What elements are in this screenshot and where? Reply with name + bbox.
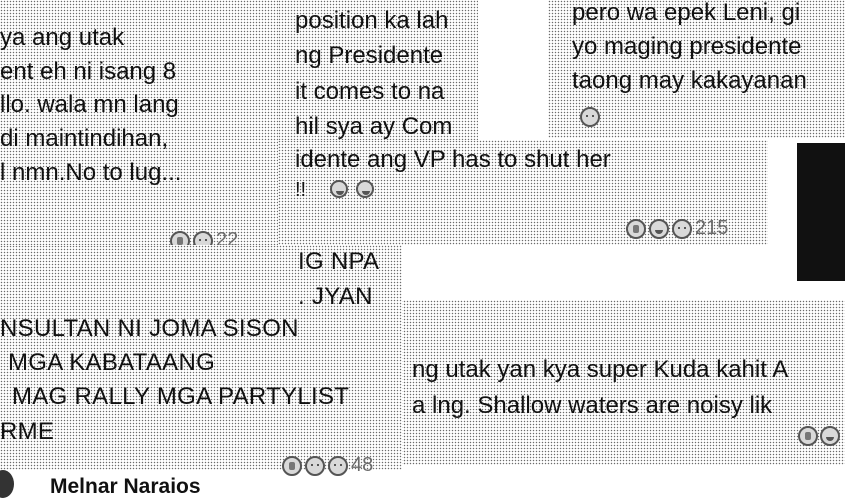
comment-text-line: ent eh ni isang 8 — [0, 58, 177, 85]
reaction-summary[interactable]: 48 — [282, 454, 373, 477]
comment-bubble-2-lower: idente ang VP has to shut her !! 215 — [278, 140, 768, 245]
comment-text-line: IG NPA — [298, 248, 380, 275]
comment-text-line: NSULTAN NI JOMA SISON — [0, 315, 299, 342]
comment-text-line: MGA KABATAANG — [8, 349, 216, 376]
comment-text-line: di maintindihan, — [0, 125, 169, 152]
reaction-summary[interactable]: 215 — [626, 217, 728, 240]
comment-text-line: idente ang VP has to shut her — [295, 146, 611, 173]
comment-text-line: it comes to na — [295, 78, 445, 105]
like-reaction-icon — [798, 426, 818, 446]
comment-bubble-4: IG NPA . JYAN NSULTAN NI JOMA SISON MGA … — [0, 245, 402, 476]
image-thumbnail[interactable] — [797, 143, 845, 281]
comment-text-line: taong may kakayanan — [572, 67, 807, 94]
comment-text-line: . JYAN — [298, 283, 373, 310]
comment-bubble-3: pero wa epek Leni, gi yo maging presiden… — [548, 0, 845, 138]
reaction-count: 48 — [351, 454, 374, 476]
comment-text-line: ng Presidente — [295, 42, 444, 69]
comment-text-line: RME — [0, 418, 55, 445]
reaction-count: 215 — [695, 217, 729, 239]
sad-reaction-icon — [672, 218, 692, 239]
comment-text-line: hil sya ay Com — [295, 113, 453, 140]
sad-reaction-icon — [305, 455, 325, 476]
comment-text-line: position ka lah — [295, 7, 449, 34]
like-reaction-icon — [282, 455, 302, 476]
comment-text-line: !! — [295, 179, 307, 201]
comment-bubble-2: position ka lah ng Presidente it comes t… — [278, 0, 478, 142]
comment-text-line: llo. wala mn lang — [0, 91, 179, 118]
avatar[interactable] — [0, 470, 14, 498]
comment-text-line: ya ang utak — [0, 24, 125, 51]
comment-text-line: pero wa epek Leni, gi — [572, 0, 801, 26]
comment-author-name[interactable]: Melnar Naraios — [50, 475, 201, 499]
crying-emoji-icon — [580, 107, 600, 127]
laughing-emoji-icon — [330, 180, 348, 198]
sad-reaction-icon — [328, 455, 348, 476]
comment-text-line: MAG RALLY MGA PARTYLIST — [12, 383, 350, 410]
comment-text-line: a lng. Shallow waters are noisy lik — [412, 392, 773, 419]
like-reaction-icon — [626, 218, 646, 239]
comment-text-line: yo maging presidente — [572, 33, 802, 60]
comment-bubble-5: ng utak yan kya super Kuda kahit A a lng… — [400, 300, 845, 465]
haha-reaction-icon — [649, 218, 669, 239]
comment-bubble-1: ya ang utak ent eh ni isang 8 llo. wala … — [0, 0, 278, 258]
haha-reaction-icon — [820, 426, 840, 446]
laughing-emoji-icon — [356, 180, 374, 198]
comment-text-line: ng utak yan kya super Kuda kahit A — [412, 356, 789, 383]
comment-text-line: l nmn.No to lug... — [0, 159, 182, 186]
